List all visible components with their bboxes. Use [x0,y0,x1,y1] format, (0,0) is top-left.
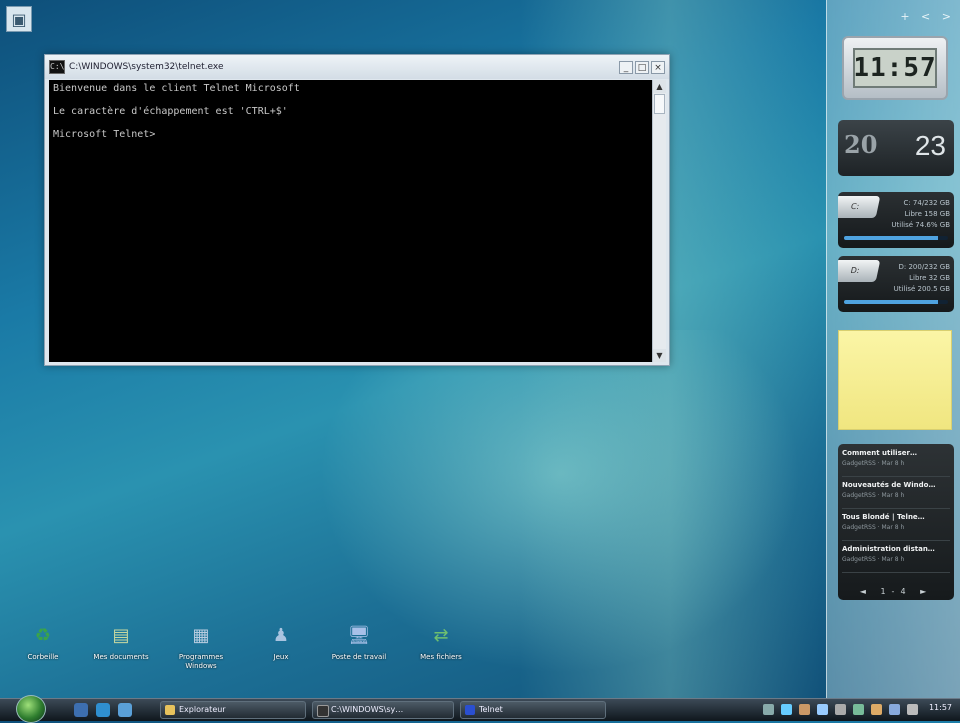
drive-gadget[interactable]: C: C: 74/232 GB Libre 158 GB Utilisé 74.… [838,192,954,248]
console-app-icon: C:\ [49,60,65,74]
feed-source: GadgetRSS · Mar 8 h [842,524,905,531]
calendar-month: 20 [844,130,878,159]
tray-icon[interactable] [889,704,900,715]
documents-icon: ▤ [112,624,130,646]
desktop-icon-label: Programmes Windows [178,653,224,670]
computer-icon: 🖥 [347,624,371,646]
drive-usage-bar [844,300,948,304]
scroll-thumb[interactable] [654,94,665,114]
taskbar-clock[interactable]: 11:57 [929,703,952,712]
taskbar-button-telnet[interactable]: Telnet [460,701,606,719]
tray-icon[interactable] [799,704,810,715]
folder-icon [165,705,175,715]
clock-gadget[interactable]: 11:57 [842,36,948,100]
tray-icon[interactable] [835,704,846,715]
drive-stat-line: Utilisé 74.6% GB [891,221,950,229]
taskbar-button-explorer[interactable]: Explorateur [160,701,306,719]
desktop-icon-computer[interactable]: 🖥 Poste de travail [326,620,392,662]
feed-source: GadgetRSS · Mar 8 h [842,492,905,499]
volume-icon[interactable] [817,704,828,715]
desktop-icon-programs[interactable]: ▦ Programmes Windows [168,620,234,671]
desktop-icon-recycle-bin[interactable]: ♻ Corbeille [10,620,76,662]
minimize-button[interactable]: _ [619,60,633,74]
system-tray: 11:57 [760,699,960,721]
drive-stat-line: D: 200/232 GB [898,263,950,271]
close-button[interactable]: × [651,60,665,74]
console-scrollbar[interactable]: ▲ ▼ [652,80,666,362]
desktop-icon-label: Poste de travail [331,653,387,661]
desktop-icon-label: Mes fichiers [420,653,462,661]
hard-drive-icon: C: [838,196,881,218]
desktop-icon-label: Jeux [273,653,289,661]
drive-stats: C: 74/232 GB Libre 158 GB Utilisé 74.6% … [882,198,950,231]
drive-gadget[interactable]: D: D: 200/232 GB Libre 32 GB Utilisé 200… [838,256,954,312]
feed-item[interactable]: Comment utiliser… GadgetRSS · Mar 8 h [842,446,950,477]
scroll-up-icon[interactable]: ▲ [653,80,666,93]
tray-icon[interactable] [907,704,918,715]
taskbar-button-label: C:\WINDOWS\sy… [331,705,404,714]
calendar-gadget[interactable]: 20 23 [838,120,954,176]
drive-usage-fill [844,236,938,240]
tray-icon[interactable] [853,704,864,715]
drive-stats: D: 200/232 GB Libre 32 GB Utilisé 200.5 … [882,262,950,295]
tray-icon[interactable] [871,704,882,715]
feed-title: Nouveautés de Windo… [842,481,936,489]
start-button[interactable] [16,695,46,723]
feed-item[interactable]: Administration distan… GadgetRSS · Mar 8… [842,542,950,573]
desktop-icon-games[interactable]: ♟ Jeux [248,620,314,662]
feed-headlines-gadget[interactable]: Comment utiliser… GadgetRSS · Mar 8 h No… [838,444,954,600]
internet-explorer-icon[interactable] [96,703,110,717]
taskbar-button-label: Explorateur [179,705,226,714]
tray-icon[interactable] [763,704,774,715]
feed-source: GadgetRSS · Mar 8 h [842,556,905,563]
desktop-icon-network[interactable]: ⇄ Mes fichiers [408,620,474,662]
telnet-icon [465,705,475,715]
feed-pager[interactable]: ◄ 1-4 ► [838,587,954,596]
show-desktop-icon[interactable] [74,703,88,717]
games-icon: ♟ [272,624,290,646]
console-icon [317,705,329,717]
drive-stat-line: C: 74/232 GB [903,199,950,207]
drive-stat-line: Libre 158 GB [904,210,950,218]
console-line: Le caractère d'échappement est 'CTRL+$' [53,106,288,117]
console-output[interactable]: Bienvenue dans le client Telnet Microsof… [49,80,653,362]
switch-windows-icon[interactable] [118,703,132,717]
console-title: C:\WINDOWS\system32\telnet.exe [69,62,224,72]
scroll-down-icon[interactable]: ▼ [653,349,666,362]
drive-stat-line: Libre 32 GB [909,274,950,282]
desktop-corner-icon[interactable]: ▣ [6,6,32,32]
telnet-console-window[interactable]: C:\ C:\WINDOWS\system32\telnet.exe _ □ ×… [44,54,670,366]
desktop-icon-label: Corbeille [27,653,59,661]
feed-item[interactable]: Tous Blondé | Telne… GadgetRSS · Mar 8 h [842,510,950,541]
clock-time: 11:57 [853,48,937,88]
hard-drive-icon: D: [838,260,881,282]
console-prompt-line: Microsoft Telnet> [53,129,156,140]
calendar-day: 23 [914,130,946,161]
console-line: Bienvenue dans le client Telnet Microsof… [53,83,300,94]
desktop-icon-label: Mes documents [93,653,149,661]
maximize-button[interactable]: □ [635,60,649,74]
feed-item[interactable]: Nouveautés de Windo… GadgetRSS · Mar 8 h [842,478,950,509]
drive-usage-fill [844,300,938,304]
desktop-icon-documents[interactable]: ▤ Mes documents [88,620,154,662]
taskbar: Explorateur C:\WINDOWS\sy… Telnet 11:57 [0,695,960,723]
programs-icon: ▦ [192,624,210,646]
feed-title: Administration distan… [842,545,935,553]
feed-title: Tous Blondé | Telne… [842,513,925,521]
console-titlebar[interactable]: C:\ C:\WINDOWS\system32\telnet.exe _ □ × [45,55,669,79]
feed-title: Comment utiliser… [842,449,917,457]
recycle-bin-icon: ♻ [34,624,52,646]
notes-gadget[interactable] [838,330,952,430]
taskbar-button-console[interactable]: C:\WINDOWS\sy… [312,701,454,719]
drive-stat-line: Utilisé 200.5 GB [893,285,950,293]
network-tray-icon[interactable] [781,704,792,715]
drive-usage-bar [844,236,948,240]
network-icon: ⇄ [433,624,449,646]
sidebar-controls[interactable]: + < > [900,10,955,23]
feed-source: GadgetRSS · Mar 8 h [842,460,905,467]
taskbar-button-label: Telnet [479,705,503,714]
